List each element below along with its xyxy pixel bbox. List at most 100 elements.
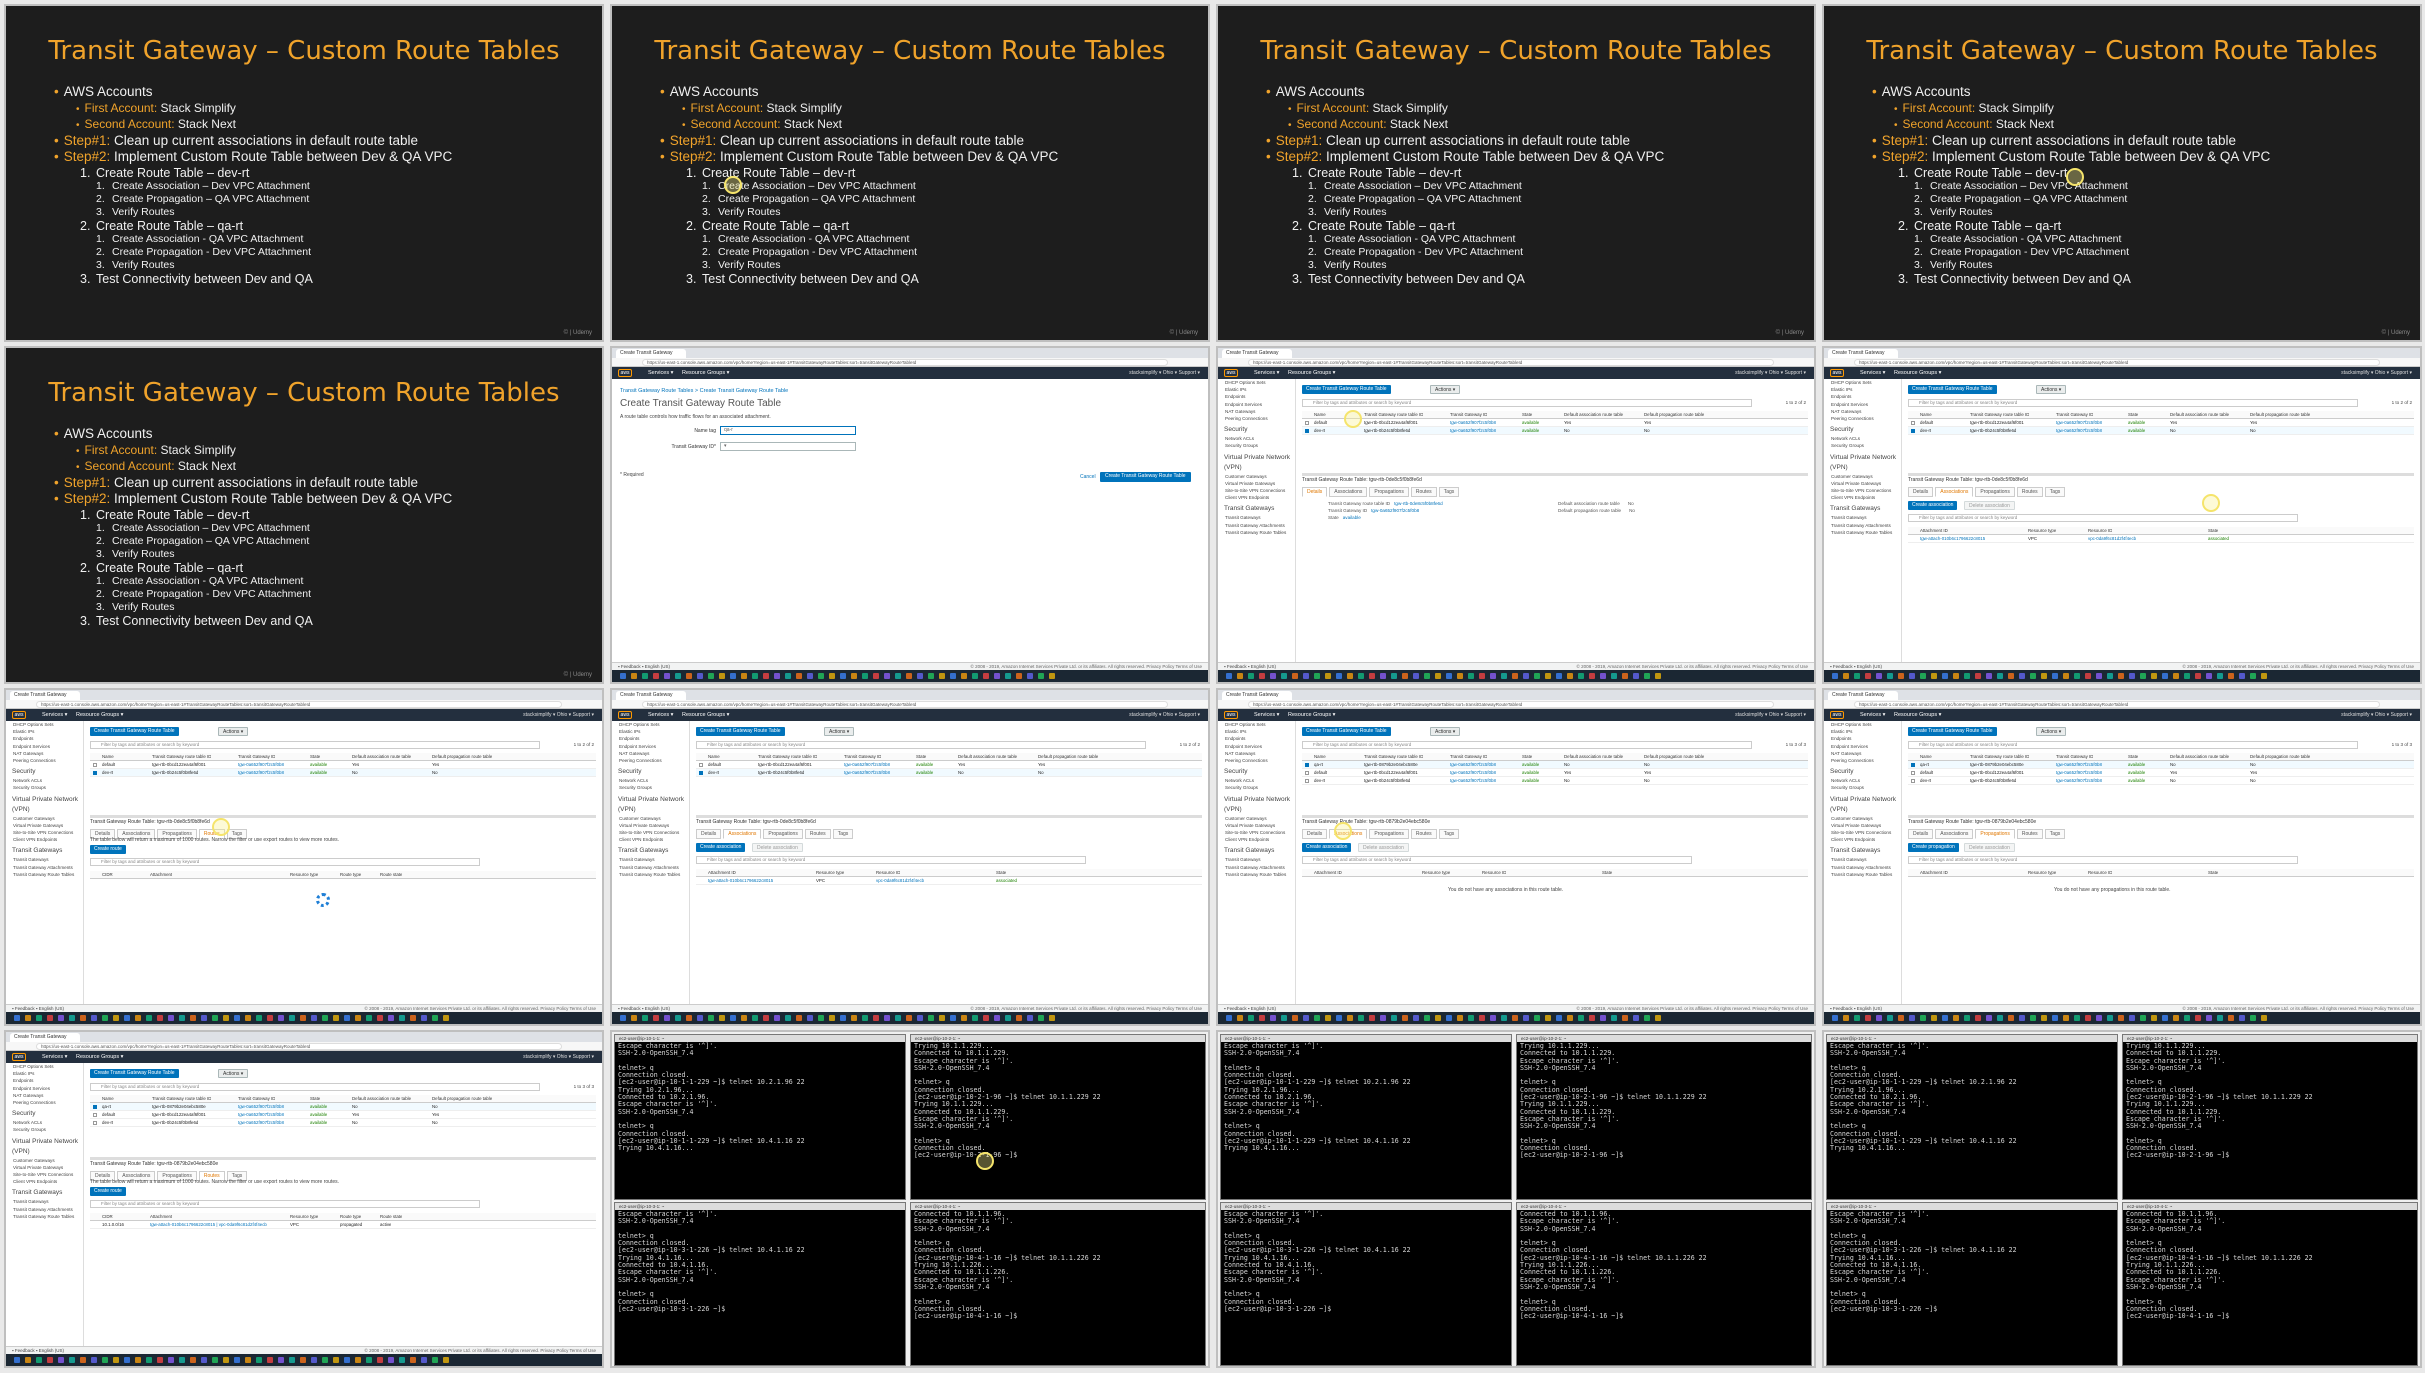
taskbar-app-icon[interactable] bbox=[1986, 673, 1992, 679]
side-nav-item[interactable]: Transit Gateway Route Tables bbox=[6, 871, 83, 878]
side-nav-item[interactable]: Endpoint Services bbox=[612, 743, 689, 750]
account-menu[interactable]: stacksimplify ▾ Ohio ▾ Support ▾ bbox=[523, 1054, 594, 1060]
taskbar-app-icon[interactable] bbox=[135, 1357, 141, 1363]
taskbar-app-icon[interactable] bbox=[1490, 673, 1496, 679]
taskbar-app-icon[interactable] bbox=[2030, 1015, 2036, 1021]
side-nav-item[interactable]: Customer Gateways bbox=[6, 1157, 83, 1164]
feedback-link[interactable]: ▪ Feedback bbox=[618, 664, 642, 669]
terminal-title-bar[interactable]: ec2-user@ip-10-2-1: ~ bbox=[2123, 1035, 2417, 1042]
side-nav-item[interactable]: Transit Gateway Route Tables bbox=[1824, 529, 1901, 536]
taskbar-app-icon[interactable] bbox=[201, 1357, 207, 1363]
side-nav-item[interactable]: Virtual Private Network (VPN) bbox=[1824, 795, 1901, 815]
taskbar-app-icon[interactable] bbox=[1270, 1015, 1276, 1021]
create-route-table-button[interactable]: Create Transit Gateway Route Table bbox=[1302, 727, 1391, 736]
side-nav-item[interactable]: Peering Connections bbox=[1218, 757, 1295, 764]
services-menu[interactable]: Services ▾ bbox=[42, 1054, 67, 1060]
delete-association-button[interactable]: Delete association bbox=[1964, 843, 2015, 852]
side-nav-item[interactable]: Endpoints bbox=[6, 735, 83, 742]
taskbar-app-icon[interactable] bbox=[697, 673, 703, 679]
feedback-link[interactable]: ▪ Feedback bbox=[12, 1006, 36, 1011]
taskbar-app-icon[interactable] bbox=[1016, 1015, 1022, 1021]
taskbar-app-icon[interactable] bbox=[190, 1357, 196, 1363]
taskbar-app-icon[interactable] bbox=[2239, 1015, 2245, 1021]
account-menu[interactable]: stacksimplify ▾ Ohio ▾ Support ▾ bbox=[1735, 370, 1806, 376]
account-menu[interactable]: stacksimplify ▾ Ohio ▾ Support ▾ bbox=[2341, 370, 2412, 376]
taskbar-app-icon[interactable] bbox=[58, 1015, 64, 1021]
taskbar-app-icon[interactable] bbox=[2184, 673, 2190, 679]
side-nav-item[interactable]: Virtual Private Network (VPN) bbox=[1218, 453, 1295, 473]
terminal-window[interactable]: ec2-user@ip-10-1-1: ~ Escape character is… bbox=[1220, 1034, 1512, 1200]
language-select[interactable]: ▪ English (US) bbox=[1248, 1006, 1276, 1011]
taskbar-app-icon[interactable] bbox=[245, 1357, 251, 1363]
breadcrumb[interactable]: Transit Gateway Route Tables > Create Tr… bbox=[620, 388, 788, 394]
taskbar-app-icon[interactable] bbox=[1446, 673, 1452, 679]
taskbar-app-icon[interactable] bbox=[1611, 1015, 1617, 1021]
side-nav-item[interactable]: Virtual Private Gateways bbox=[1218, 480, 1295, 487]
side-nav-item[interactable]: Customer Gateways bbox=[1218, 815, 1295, 822]
taskbar-app-icon[interactable] bbox=[2052, 673, 2058, 679]
taskbar-app-icon[interactable] bbox=[1644, 1015, 1650, 1021]
create-route-button[interactable]: Create route bbox=[90, 1187, 126, 1196]
tab-routes[interactable]: Routes bbox=[2016, 829, 2043, 839]
taskbar-app-icon[interactable] bbox=[146, 1357, 152, 1363]
taskbar-app-icon[interactable] bbox=[2228, 1015, 2234, 1021]
side-nav-item[interactable]: Client VPN Endpoints bbox=[1218, 836, 1295, 843]
taskbar-app-icon[interactable] bbox=[939, 673, 945, 679]
taskbar-app-icon[interactable] bbox=[2085, 1015, 2091, 1021]
taskbar-app-icon[interactable] bbox=[1953, 1015, 1959, 1021]
taskbar-app-icon[interactable] bbox=[1920, 673, 1926, 679]
filter-input[interactable]: Filter by tags and attributes or search … bbox=[90, 1083, 540, 1091]
taskbar-app-icon[interactable] bbox=[157, 1015, 163, 1021]
side-nav-item[interactable]: Endpoints bbox=[1218, 735, 1295, 742]
url-field[interactable]: https://us-east-1.console.aws.amazon.com… bbox=[1854, 701, 2380, 708]
taskbar-app-icon[interactable] bbox=[884, 673, 890, 679]
column-header[interactable]: Transit Gateway ID bbox=[844, 753, 881, 760]
taskbar-app-icon[interactable] bbox=[708, 673, 714, 679]
taskbar-app-icon[interactable] bbox=[1303, 1015, 1309, 1021]
taskbar-app-icon[interactable] bbox=[906, 1015, 912, 1021]
side-nav-item[interactable]: Security bbox=[1824, 425, 1901, 435]
taskbar-app-icon[interactable] bbox=[2118, 673, 2124, 679]
taskbar-app-icon[interactable] bbox=[1248, 673, 1254, 679]
taskbar-app-icon[interactable] bbox=[686, 1015, 692, 1021]
taskbar-app-icon[interactable] bbox=[1545, 1015, 1551, 1021]
side-nav-item[interactable]: Security Groups bbox=[1218, 442, 1295, 449]
taskbar-app-icon[interactable] bbox=[377, 1015, 383, 1021]
taskbar-app-icon[interactable] bbox=[1479, 673, 1485, 679]
taskbar-app-icon[interactable] bbox=[2041, 673, 2047, 679]
taskbar-app-icon[interactable] bbox=[664, 1015, 670, 1021]
taskbar-app-icon[interactable] bbox=[1038, 1015, 1044, 1021]
taskbar-app-icon[interactable] bbox=[840, 673, 846, 679]
taskbar-app-icon[interactable] bbox=[686, 673, 692, 679]
taskbar-app-icon[interactable] bbox=[950, 1015, 956, 1021]
side-nav-item[interactable]: Transit Gateways bbox=[6, 856, 83, 863]
resource-groups-menu[interactable]: Resource Groups ▾ bbox=[682, 712, 729, 718]
side-nav-item[interactable]: Virtual Private Gateways bbox=[6, 822, 83, 829]
taskbar-app-icon[interactable] bbox=[36, 1357, 42, 1363]
side-nav-item[interactable]: Security bbox=[6, 767, 83, 777]
row-checkbox[interactable] bbox=[1911, 771, 1915, 775]
side-nav-item[interactable]: Elastic IPs bbox=[1824, 728, 1901, 735]
side-nav-item[interactable]: Site-to-Site VPN Connections bbox=[6, 1171, 83, 1178]
taskbar-app-icon[interactable] bbox=[1413, 673, 1419, 679]
tab-tags[interactable]: Tags bbox=[2044, 487, 2066, 497]
side-nav-item[interactable]: Network ACLs bbox=[1824, 435, 1901, 442]
taskbar-app-icon[interactable] bbox=[2195, 1015, 2201, 1021]
side-nav-item[interactable]: Transit Gateways bbox=[612, 846, 689, 856]
taskbar-app-icon[interactable] bbox=[2019, 1015, 2025, 1021]
taskbar-app-icon[interactable] bbox=[168, 1357, 174, 1363]
services-menu[interactable]: Services ▾ bbox=[1254, 370, 1279, 376]
taskbar-app-icon[interactable] bbox=[278, 1357, 284, 1363]
side-nav-item[interactable]: Site-to-Site VPN Connections bbox=[1824, 829, 1901, 836]
terminal-title-bar[interactable]: ec2-user@ip-10-4-1: ~ bbox=[911, 1203, 1205, 1210]
side-nav-item[interactable]: Transit Gateways bbox=[1218, 856, 1295, 863]
taskbar-app-icon[interactable] bbox=[2107, 673, 2113, 679]
taskbar-app-icon[interactable] bbox=[212, 1357, 218, 1363]
taskbar-app-icon[interactable] bbox=[1975, 1015, 1981, 1021]
taskbar-app-icon[interactable] bbox=[1501, 673, 1507, 679]
aws-logo-icon[interactable]: aws bbox=[1830, 369, 1844, 377]
taskbar-app-icon[interactable] bbox=[311, 1015, 317, 1021]
taskbar-app-icon[interactable] bbox=[344, 1015, 350, 1021]
taskbar-app-icon[interactable] bbox=[432, 1015, 438, 1021]
taskbar-app-icon[interactable] bbox=[102, 1015, 108, 1021]
